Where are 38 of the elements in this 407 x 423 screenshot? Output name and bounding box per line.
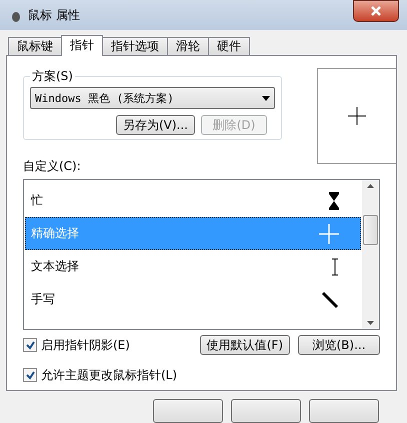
tab[interactable]: 硬件	[208, 37, 250, 56]
cursor-list-item[interactable]: 手写	[25, 283, 361, 316]
cursor-list-item[interactable]: 文本选择	[25, 250, 361, 283]
checkbox-label: 启用指针阴影(E)	[41, 336, 130, 354]
cursor-name: 忙	[31, 192, 43, 209]
dialog-button[interactable]	[309, 399, 379, 423]
scheme-dropdown[interactable]: Windows 黑色 (系统方案)	[30, 87, 275, 109]
crosshair-icon	[319, 224, 339, 244]
text-cursor-icon	[331, 258, 339, 276]
close-button[interactable]	[353, 0, 399, 22]
tab[interactable]: 指针	[61, 35, 103, 56]
dialog-button[interactable]	[231, 399, 301, 423]
checkbox[interactable]	[23, 338, 37, 352]
pen-icon	[321, 290, 339, 308]
hourglass-icon	[329, 192, 339, 210]
cursor-name: 文本选择	[31, 258, 79, 275]
cursor-button[interactable]: 浏览(B)...	[298, 335, 380, 356]
scroll-thumb[interactable]	[363, 214, 378, 245]
cursor-button[interactable]: 使用默认值(F)	[200, 335, 290, 356]
dropdown-arrow-icon	[262, 96, 270, 100]
cursor-name: 手写	[31, 291, 55, 308]
close-icon	[371, 6, 381, 16]
tab[interactable]: 滑轮	[167, 37, 209, 56]
checkbox[interactable]	[23, 368, 37, 382]
scrollbar[interactable]	[362, 180, 379, 330]
cursor-name: 精确选择	[31, 225, 79, 242]
scheme-button[interactable]: 另存为(V)...	[116, 115, 195, 135]
dialog-button[interactable]	[153, 399, 223, 423]
window-title: 鼠标 属性	[28, 6, 80, 24]
tab[interactable]: 指针选项	[102, 37, 168, 56]
customize-label: 自定义(C):	[23, 158, 82, 175]
tab[interactable]: 鼠标键	[8, 37, 62, 56]
scheme-label: 方案(S)	[31, 68, 74, 85]
scroll-up-icon[interactable]	[367, 184, 374, 188]
scroll-down-icon[interactable]	[367, 321, 374, 326]
crosshair-icon	[348, 107, 366, 125]
checkbox-label: 允许主题更改鼠标指针(L)	[41, 366, 178, 384]
cursor-list-item[interactable]: 忙	[25, 184, 361, 217]
